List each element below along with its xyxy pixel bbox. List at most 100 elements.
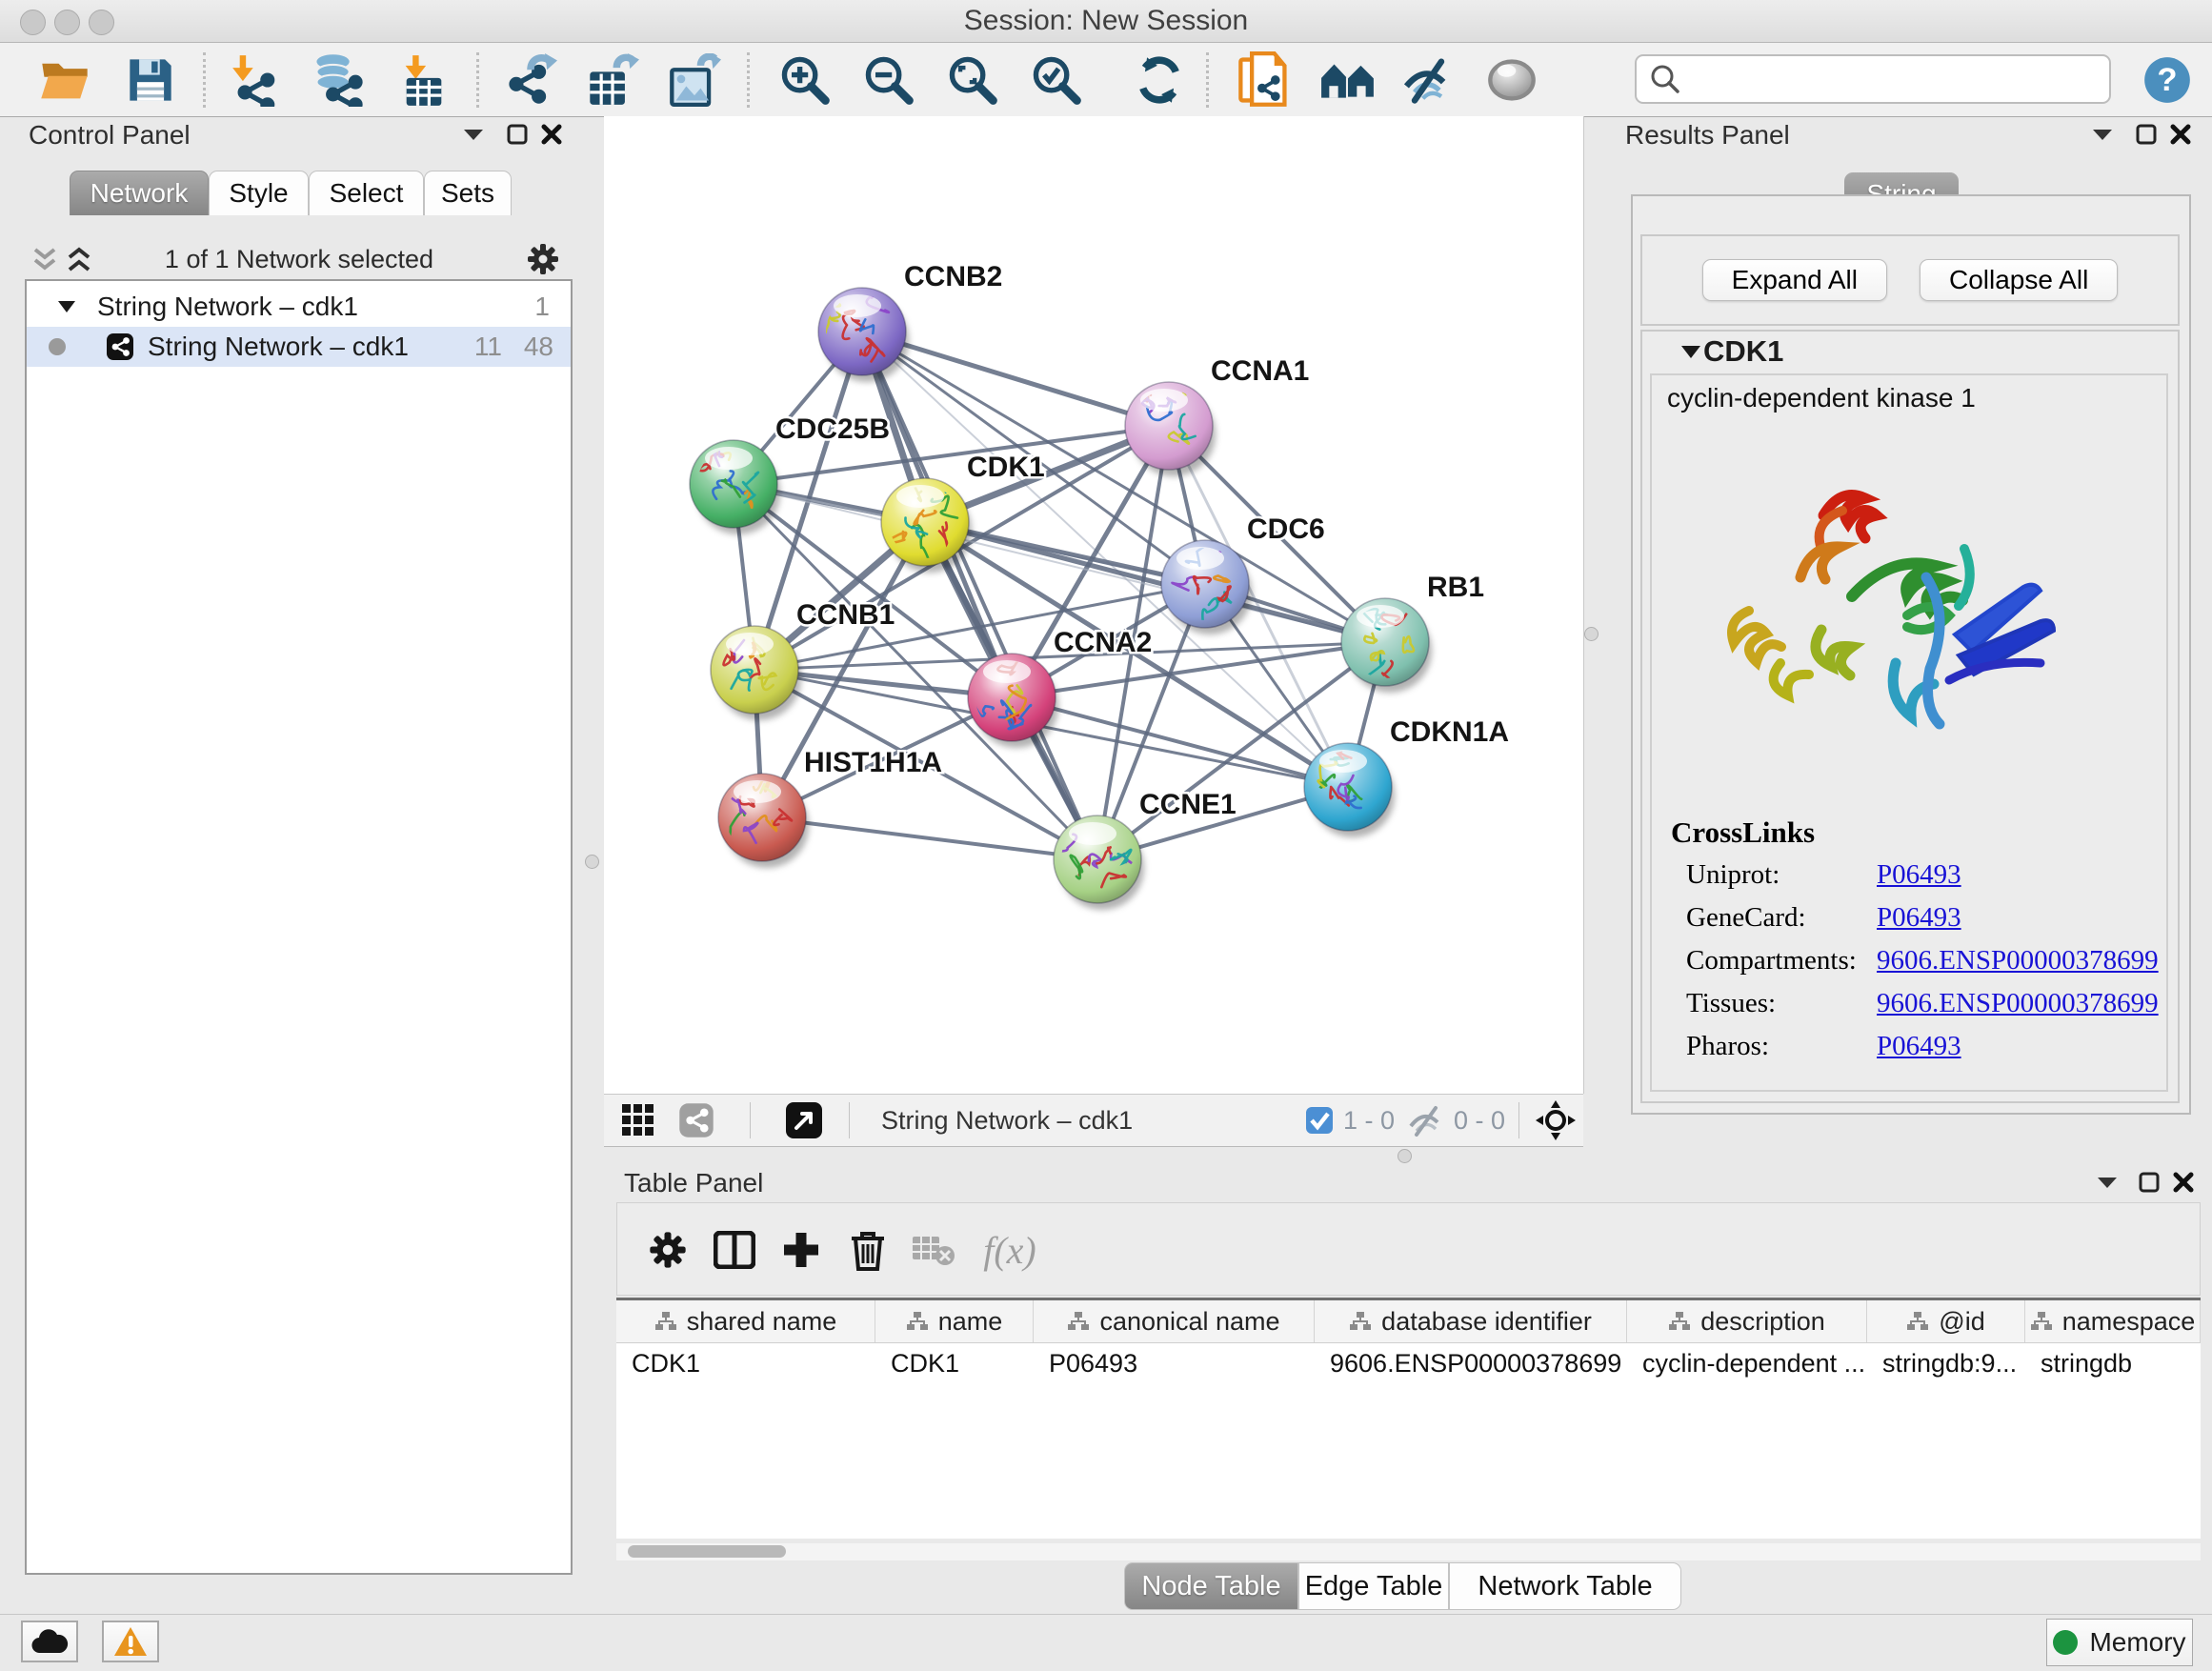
results-panel-float-button[interactable] [2130, 118, 2162, 151]
node-label-CDKN1A: CDKN1A [1390, 716, 1509, 748]
table-panel-float-button[interactable] [2133, 1166, 2165, 1198]
results-panel-menu-button[interactable] [2086, 118, 2119, 151]
trash-icon [850, 1229, 886, 1271]
import-table-from-file-button[interactable] [392, 50, 455, 110]
column-header--id[interactable]: @id [1867, 1300, 2025, 1342]
export-table-button[interactable] [581, 50, 644, 110]
control-panel-float-button[interactable] [501, 118, 533, 151]
results-panel-close-button[interactable] [2164, 118, 2197, 151]
search-field [1635, 54, 2111, 104]
table-horizontal-scrollbar[interactable] [616, 1543, 2201, 1560]
scrollbar-thumb[interactable] [628, 1545, 786, 1558]
crosslink-link[interactable]: P06493 [1877, 902, 1961, 933]
save-session-button[interactable] [119, 50, 182, 110]
node-label-CCNA1: CCNA1 [1211, 355, 1309, 387]
tab-edge-table[interactable]: Edge Table [1298, 1562, 1449, 1610]
table-cell[interactable]: 9606.ENSP00000378699 [1315, 1343, 1627, 1383]
node-entry-header[interactable]: CDK1 [1642, 332, 2178, 372]
export-image-button[interactable] [663, 50, 726, 110]
collapse-all-icon[interactable] [30, 247, 59, 273]
import-network-from-database-button[interactable] [308, 50, 371, 110]
bottom-splitter-handle[interactable] [1398, 1149, 1412, 1163]
table-settings-button[interactable] [644, 1226, 692, 1274]
tab-network-table[interactable]: Network Table [1449, 1562, 1681, 1610]
control-panel-close-button[interactable] [535, 118, 568, 151]
fit-selected-crosshair-icon[interactable] [1535, 1099, 1577, 1141]
table-panel-menu-button[interactable] [2091, 1166, 2123, 1198]
tab-style[interactable]: Style [209, 171, 309, 215]
show-all-button[interactable] [1480, 50, 1543, 110]
control-panel-title: Control Panel [29, 120, 191, 151]
birds-eye-view-icon[interactable] [785, 1101, 823, 1139]
crosslink-link[interactable]: P06493 [1877, 1031, 1961, 1061]
column-header-description[interactable]: description [1627, 1300, 1867, 1342]
delete-column-button[interactable] [844, 1226, 892, 1274]
network-row-selected[interactable]: String Network – cdk1 11 48 [27, 327, 571, 367]
table-cell[interactable]: P06493 [1034, 1343, 1315, 1383]
first-neighbors-button[interactable] [1317, 50, 1379, 110]
table-cell[interactable]: CDK1 [616, 1343, 875, 1383]
columns-icon [714, 1231, 755, 1269]
zoom-fit-button[interactable] [941, 50, 1004, 110]
crosslink-link[interactable]: 9606.ENSP00000378699 [1877, 945, 2159, 976]
column-header-canonical-name[interactable]: canonical name [1034, 1300, 1315, 1342]
selected-checkbox-icon[interactable] [1305, 1106, 1334, 1135]
table-cell[interactable]: CDK1 [875, 1343, 1034, 1383]
tab-select[interactable]: Select [309, 171, 424, 215]
node-table[interactable]: shared namenamecanonical namedatabase id… [616, 1298, 2201, 1539]
network-options-gear-icon[interactable] [526, 242, 560, 276]
delete-table-icon [911, 1233, 955, 1267]
column-header-database-identifier[interactable]: database identifier [1315, 1300, 1627, 1342]
warnings-button[interactable] [102, 1621, 159, 1662]
network-graph[interactable]: CCNB2CCNA1CDC25BCDK1CDC6RB1CCNB1CCNA2CDK… [604, 116, 1583, 1094]
right-splitter-handle[interactable] [1584, 627, 1599, 641]
show-columns-button[interactable] [711, 1226, 758, 1274]
expand-all-button[interactable]: Expand All [1702, 259, 1887, 301]
grid-view-icon[interactable] [621, 1103, 655, 1137]
table-row[interactable]: CDK1CDK1P064939606.ENSP00000378699cyclin… [616, 1343, 2201, 1383]
cloud-status-button[interactable] [21, 1621, 78, 1662]
tab-node-table[interactable]: Node Table [1124, 1562, 1298, 1610]
tab-network[interactable]: Network [70, 171, 209, 215]
tree-expander-icon[interactable] [57, 300, 76, 313]
table-cell[interactable]: stringdb:9... [1867, 1343, 2025, 1383]
zoom-in-button[interactable] [774, 50, 836, 110]
control-panel-menu-button[interactable] [457, 118, 490, 151]
network-style-icon[interactable] [678, 1102, 714, 1138]
table-toolbar: f(x) [616, 1202, 2201, 1296]
column-header-namespace[interactable]: namespace [2025, 1300, 2201, 1342]
crosslink-link[interactable]: P06493 [1877, 859, 1961, 890]
import-network-from-file-button[interactable] [226, 50, 289, 110]
zoom-selected-button[interactable] [1025, 50, 1088, 110]
network-from-selection-icon [1237, 51, 1291, 109]
network-view-title: String Network – cdk1 [881, 1095, 1133, 1146]
window-titlebar: Session: New Session [0, 0, 2212, 43]
collapse-all-button[interactable]: Collapse All [1920, 259, 2118, 301]
left-splitter-handle[interactable] [585, 855, 599, 869]
tab-sets[interactable]: Sets [424, 171, 512, 215]
column-header-name[interactable]: name [875, 1300, 1034, 1342]
memory-button[interactable]: Memory [2046, 1619, 2193, 1666]
new-network-from-selection-button[interactable] [1233, 50, 1296, 110]
network-view-canvas[interactable]: CCNB2CCNA1CDC25BCDK1CDC6RB1CCNB1CCNA2CDK… [604, 116, 1584, 1094]
table-panel-title: Table Panel [624, 1168, 763, 1198]
open-session-button[interactable] [33, 50, 96, 110]
apply-layout-button[interactable] [1128, 50, 1191, 110]
search-input[interactable] [1686, 59, 2109, 99]
expand-all-icon[interactable] [65, 247, 93, 273]
hide-selection-button[interactable] [1397, 50, 1459, 110]
add-column-button[interactable] [777, 1226, 825, 1274]
collapse-entry-icon[interactable] [1680, 345, 1701, 359]
network-collection-row[interactable]: String Network – cdk1 1 [27, 287, 571, 327]
zoom-out-button[interactable] [857, 50, 920, 110]
export-network-button[interactable] [499, 50, 562, 110]
table-cell[interactable]: cyclin-dependent ... [1627, 1343, 1867, 1383]
help-button[interactable]: ? [2140, 50, 2195, 110]
application-window: Session: New Session [0, 0, 2212, 1671]
column-header-shared-name[interactable]: shared name [616, 1300, 875, 1342]
import-network-icon [231, 53, 284, 107]
table-cell[interactable]: stringdb [2025, 1343, 2201, 1383]
crosslink-link[interactable]: 9606.ENSP00000378699 [1877, 988, 2159, 1018]
network-list-toolbar: 1 of 1 Network selected [10, 240, 589, 278]
table-panel-close-button[interactable] [2167, 1166, 2200, 1198]
